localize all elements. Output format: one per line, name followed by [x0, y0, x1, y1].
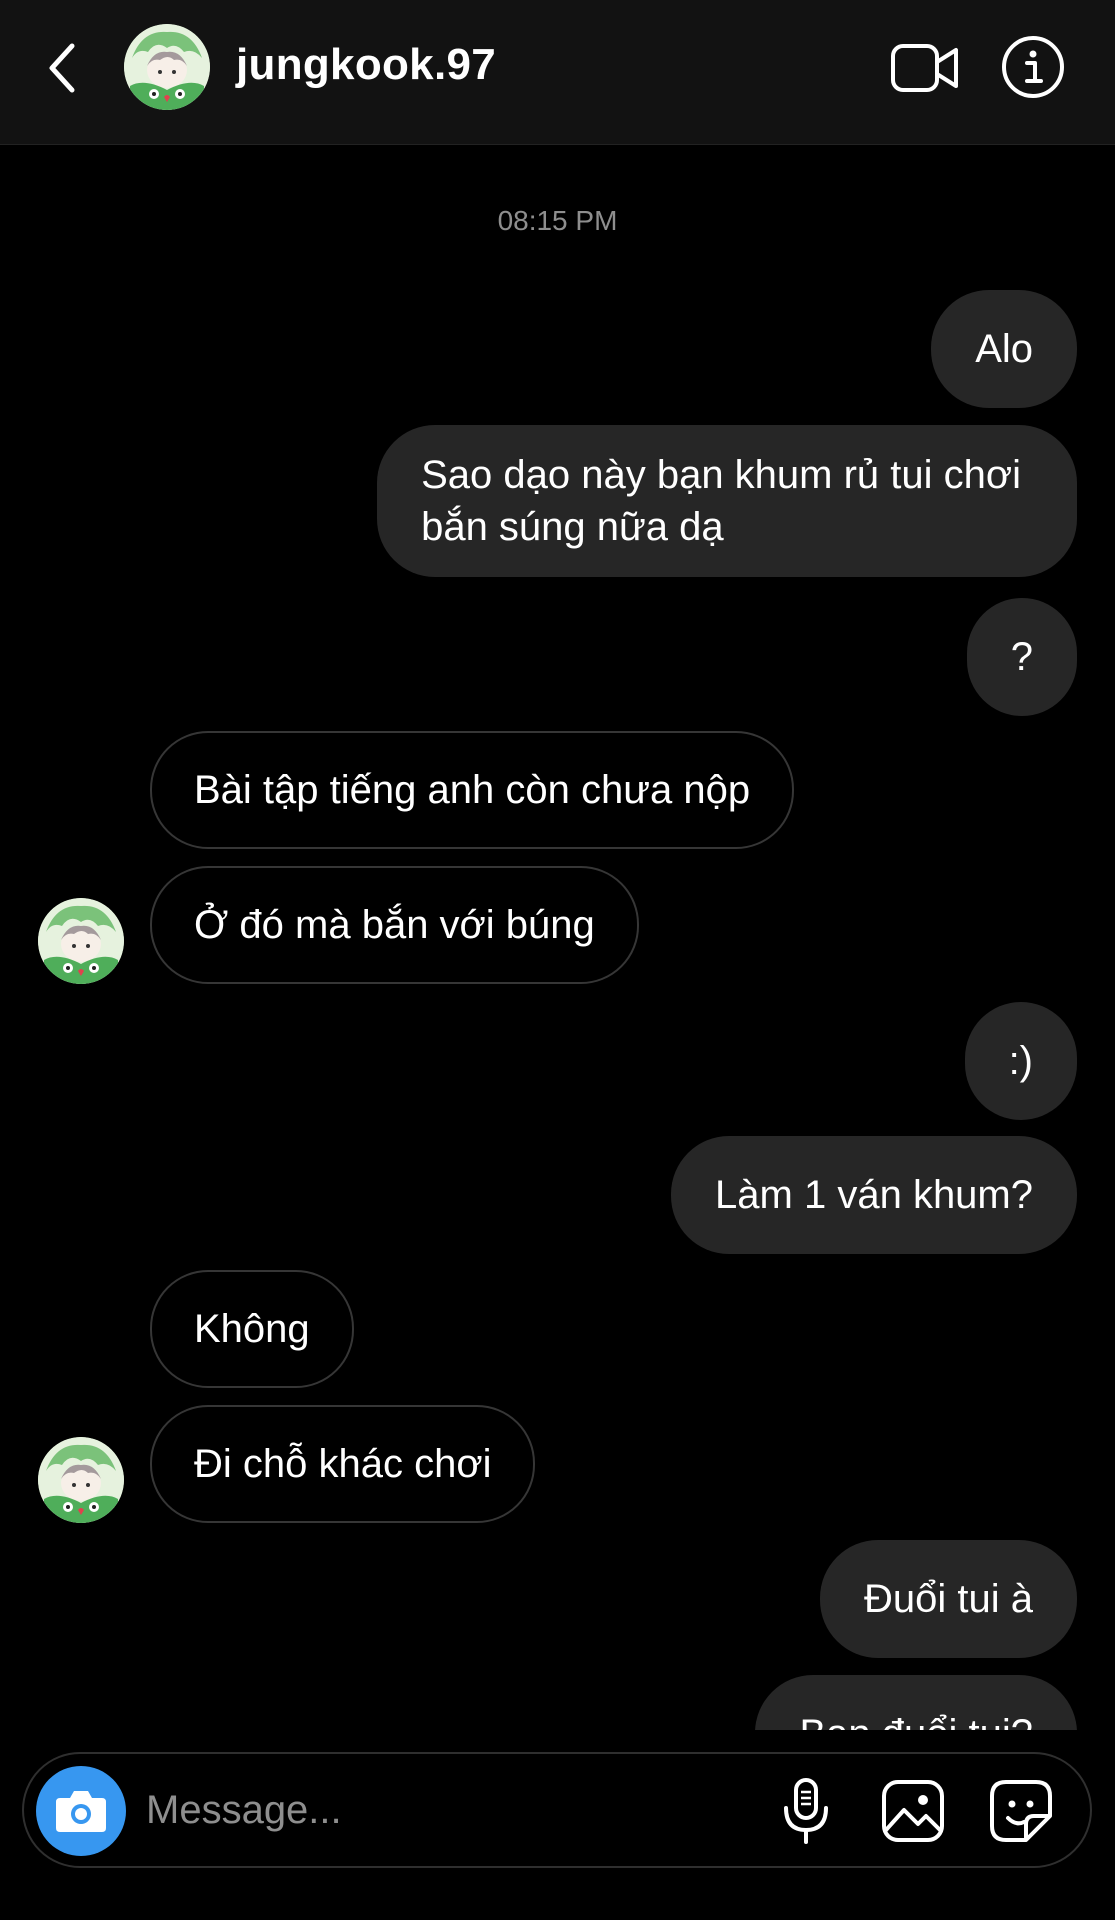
message-bubble-outgoing[interactable]: :): [964, 1002, 1077, 1120]
message-bubble-incoming[interactable]: Không: [150, 1270, 354, 1388]
message-bubble-outgoing[interactable]: Sao dạo này bạn khum rủ tui chơi bắn sún…: [377, 425, 1077, 577]
camera-button[interactable]: [36, 1766, 126, 1856]
message-bubble-incoming[interactable]: Bài tập tiếng anh còn chưa nộp: [150, 731, 795, 849]
message-thread[interactable]: 08:15 PM Alo Sao dạo này bạn khum rủ tui…: [0, 0, 1115, 1730]
voice-message-button[interactable]: [776, 1776, 836, 1846]
message-input[interactable]: [146, 1782, 626, 1838]
message-bubble-outgoing[interactable]: ?: [966, 598, 1077, 716]
image-icon: [882, 1780, 944, 1842]
message-bubble-incoming[interactable]: Ở đó mà bắn với búng: [150, 866, 639, 984]
message-bubble-incoming[interactable]: Đi chỗ khác chơi: [150, 1405, 536, 1523]
gallery-button[interactable]: [880, 1778, 946, 1844]
message-bubble-outgoing[interactable]: Đuổi tui à: [820, 1540, 1077, 1658]
message-bubble-outgoing[interactable]: Alo: [931, 290, 1077, 408]
sticker-icon: [990, 1780, 1052, 1842]
sender-avatar[interactable]: [38, 898, 124, 984]
message-bubble-outgoing[interactable]: Làm 1 ván khum?: [671, 1136, 1077, 1254]
message-timestamp: 08:15 PM: [497, 205, 618, 236]
message-bubble-outgoing[interactable]: Bạn đuổi tui?: [755, 1675, 1077, 1730]
camera-icon: [56, 1791, 106, 1832]
sticker-button[interactable]: [988, 1778, 1054, 1844]
message-composer: [22, 1752, 1092, 1868]
sender-avatar[interactable]: [38, 1437, 124, 1523]
microphone-icon: [784, 1778, 828, 1844]
